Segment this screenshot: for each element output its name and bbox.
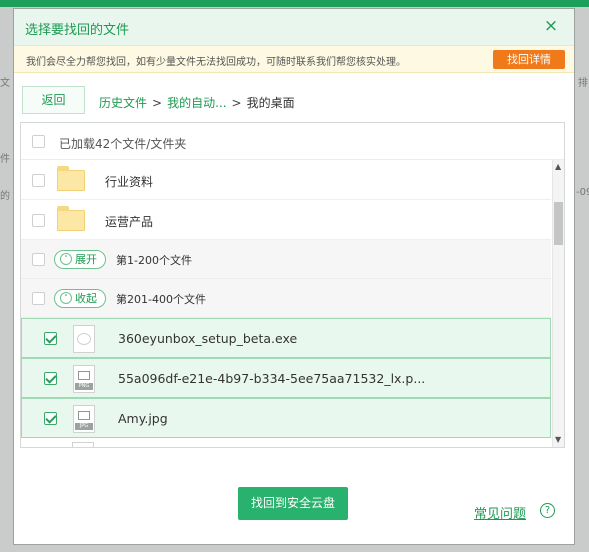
notice-text: 我们会尽全力帮您找回，如有少量文件无法找回成功，可随时联系我们帮您核实处理。	[26, 57, 406, 68]
recover-details-button[interactable]: 找回详情	[493, 50, 565, 69]
chevron-down-icon: ˅	[60, 253, 72, 265]
back-button[interactable]: 返回	[22, 86, 85, 114]
help-icon[interactable]: ?	[540, 503, 555, 518]
row-checkbox[interactable]	[32, 214, 45, 227]
folder-row[interactable]: 行业资料	[21, 160, 551, 200]
select-all-row: 已加载42个文件/文件夹	[21, 123, 564, 160]
background-text: 件	[0, 154, 10, 165]
breadcrumb: 历史文件 > 我的自动... > 我的桌面	[99, 94, 295, 111]
faq-link[interactable]: 常见问题	[474, 503, 526, 522]
folder-icon	[57, 206, 85, 231]
expand-toggle[interactable]: ˅ 展开	[54, 250, 106, 269]
dialog-title: 选择要找回的文件	[25, 23, 130, 38]
row-checkbox-checked[interactable]	[44, 372, 57, 385]
scroll-up-icon[interactable]: ▲	[555, 162, 561, 171]
file-list: 行业资料 运营产品 ˅ 展开 第1-200个文件 ˄ 收起 第201-400个文…	[21, 160, 551, 447]
file-name: Amy.jpg	[118, 411, 168, 426]
row-checkbox[interactable]	[32, 174, 45, 187]
breadcrumb-my-auto[interactable]: 我的自动...	[167, 96, 226, 110]
recover-files-dialog: 选择要找回的文件 × 我们会尽全力帮您找回，如有少量文件无法找回成功，可随时联系…	[13, 8, 575, 545]
row-checkbox-checked[interactable]	[44, 412, 57, 425]
notice-bar: 我们会尽全力帮您找回，如有少量文件无法找回成功，可随时联系我们帮您核实处理。 找…	[14, 45, 574, 73]
breadcrumb-separator: >	[152, 96, 163, 110]
background-text: 文	[0, 78, 10, 89]
loaded-count-text: 已加载42个文件/文件夹	[59, 137, 187, 151]
collapse-label: 收起	[75, 292, 97, 305]
background-text: 排	[578, 78, 588, 89]
recover-to-cloud-button[interactable]: 找回到安全云盘	[238, 487, 348, 520]
file-list-panel: 已加载42个文件/文件夹 行业资料 运营产品 ˅ 展开 第1-200个文件 ˄ …	[20, 122, 565, 448]
folder-row[interactable]: 运营产品	[21, 200, 551, 240]
breadcrumb-current-desktop: 我的桌面	[246, 96, 295, 110]
folder-name: 行业资料	[105, 175, 154, 189]
cloud-file-icon	[73, 325, 95, 353]
group-name: 第1-200个文件	[116, 254, 192, 267]
group-name: 第201-400个文件	[116, 293, 206, 306]
background-text: -09	[576, 187, 589, 198]
file-icon	[72, 442, 94, 447]
row-checkbox-checked[interactable]	[44, 332, 57, 345]
folder-icon	[57, 166, 85, 191]
group-row: ˄ 收起 第201-400个文件	[21, 279, 551, 318]
file-row[interactable]: JPG Amy.jpg	[21, 398, 551, 438]
collapse-toggle[interactable]: ˄ 收起	[54, 289, 106, 308]
row-checkbox[interactable]	[32, 253, 45, 266]
jpg-file-icon: JPG	[73, 405, 95, 433]
scrollbar[interactable]: ▲ ▼	[552, 160, 564, 447]
chevron-up-icon: ˄	[60, 292, 72, 304]
breadcrumb-separator: >	[231, 96, 242, 110]
file-name: 55a096df-e21e-4b97-b334-5ee75aa71532_lx.…	[118, 371, 426, 386]
close-icon[interactable]: ×	[541, 16, 561, 36]
background-text: 的	[0, 191, 10, 202]
file-row[interactable]	[21, 438, 551, 447]
breadcrumb-history-files[interactable]: 历史文件	[99, 96, 147, 110]
file-row[interactable]: PNG 55a096df-e21e-4b97-b334-5ee75aa71532…	[21, 358, 551, 398]
scroll-thumb[interactable]	[554, 202, 563, 245]
scroll-down-icon[interactable]: ▼	[555, 435, 561, 444]
png-file-icon: PNG	[73, 365, 95, 393]
expand-label: 展开	[75, 253, 97, 266]
file-name: 360eyunbox_setup_beta.exe	[118, 331, 298, 346]
dialog-title-bar: 选择要找回的文件 ×	[14, 9, 574, 45]
row-checkbox[interactable]	[32, 292, 45, 305]
folder-name: 运营产品	[105, 215, 154, 229]
background-app-header	[0, 0, 589, 7]
select-all-checkbox[interactable]	[32, 135, 45, 148]
file-row[interactable]: 360eyunbox_setup_beta.exe	[21, 318, 551, 358]
group-row: ˅ 展开 第1-200个文件	[21, 240, 551, 279]
